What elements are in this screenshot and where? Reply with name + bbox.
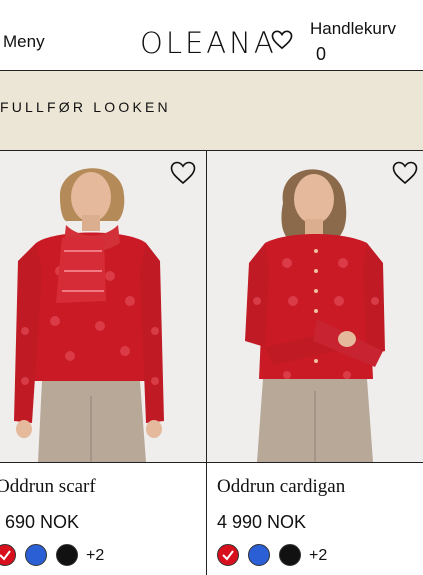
check-icon	[222, 550, 234, 561]
wishlist-heart-icon[interactable]	[271, 30, 293, 50]
favorite-heart-icon[interactable]	[170, 161, 196, 185]
product-image[interactable]	[207, 151, 423, 463]
product-price: 690 NOK	[5, 512, 80, 532]
product-price: 4 990 NOK	[217, 512, 307, 532]
logo[interactable]: OLEANA	[140, 26, 277, 60]
check-icon	[0, 550, 11, 561]
swatch-blue[interactable]	[25, 544, 47, 566]
complete-look-section: FULLFØR LOOKEN	[0, 71, 423, 151]
product-image[interactable]	[0, 151, 206, 463]
product-card[interactable]: Oddrun cardigan 4 990 NOK +2	[207, 151, 423, 575]
swatch-red[interactable]	[217, 544, 239, 566]
more-colors-count[interactable]: +2	[309, 547, 327, 565]
favorite-heart-icon[interactable]	[392, 161, 418, 185]
product-name[interactable]: Oddrun cardigan	[217, 476, 345, 498]
menu-button[interactable]: Meny	[3, 32, 45, 52]
swatch-blue[interactable]	[248, 544, 270, 566]
more-colors-count[interactable]: +2	[86, 547, 104, 565]
section-title: FULLFØR LOOKEN	[0, 99, 171, 115]
site-header: Meny OLEANA Handlekurv 0	[0, 0, 423, 71]
product-name[interactable]: Oddrun scarf	[0, 476, 96, 498]
product-card[interactable]: Oddrun scarf 690 NOK +2	[0, 151, 207, 575]
cart-link[interactable]: Handlekurv	[310, 19, 396, 39]
swatch-black[interactable]	[279, 544, 301, 566]
cart-count: 0	[316, 44, 327, 64]
color-swatches: +2	[217, 544, 417, 570]
swatch-red[interactable]	[0, 544, 16, 566]
swatch-black[interactable]	[56, 544, 78, 566]
color-swatches: +2	[0, 544, 204, 570]
